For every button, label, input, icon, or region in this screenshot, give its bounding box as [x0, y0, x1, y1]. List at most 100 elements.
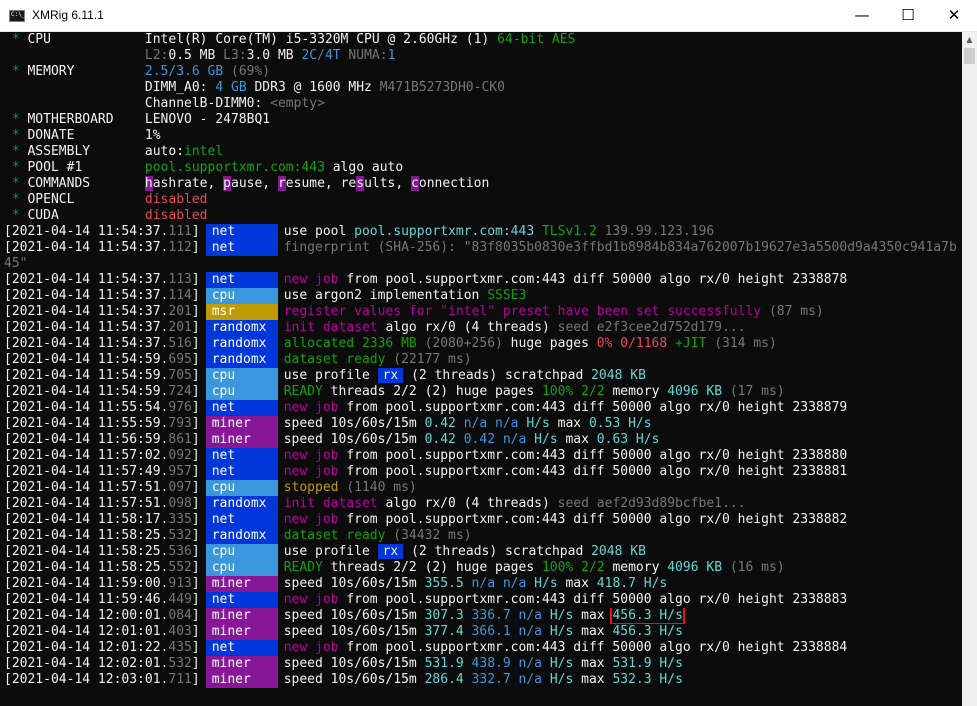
console-text: READY: [283, 560, 331, 575]
log-bracket: ]: [191, 416, 200, 431]
log-bracket: ]: [191, 224, 200, 239]
summary-line: * CPU Intel(R) Core(TM) i5-3320M CPU @ 2…: [4, 32, 962, 48]
console-text: NUMA:: [348, 48, 388, 63]
console-text: 0.42: [424, 416, 464, 431]
log-tag-cpu: cpu: [205, 368, 278, 384]
log-bracket: [: [4, 576, 12, 591]
console-text: esume, re: [285, 176, 357, 191]
log-line: [2021-04-14 12:01:22.435] net new job fr…: [4, 640, 962, 656]
minimize-button[interactable]: —: [839, 0, 885, 31]
console-text: r: [277, 176, 286, 191]
log-bracket: [: [4, 400, 12, 415]
console-text: disabled: [144, 192, 208, 207]
console-text: from pool.supportxmr.com:443 diff 50000 …: [346, 512, 848, 527]
log-milliseconds: 516: [168, 336, 192, 351]
console-text: pool.supportxmr.com:443: [144, 160, 333, 175]
console-text: (69%): [231, 64, 271, 79]
summary-bullet: [4, 80, 27, 95]
maximize-button[interactable]: ☐: [885, 0, 931, 31]
window-title: XMRig 6.11.1: [32, 8, 104, 22]
console-text: 2C: [301, 48, 318, 63]
log-bracket: ]: [191, 672, 200, 687]
log-bracket: ]: [191, 592, 200, 607]
log-line: [2021-04-14 11:58:25.532] randomx datase…: [4, 528, 962, 544]
console-text: TLSv1.2: [541, 224, 605, 239]
log-timestamp: 2021-04-14 11:54:37: [11, 224, 161, 239]
console-text: h: [144, 176, 153, 191]
console-text: c: [411, 176, 419, 191]
console-text: new job: [283, 464, 347, 479]
console-text: max: [557, 416, 589, 431]
console-text: threads 2/2 (2) huge pages: [330, 560, 542, 575]
console-text: 2048 KB: [591, 544, 646, 559]
log-timestamp: 2021-04-14 12:02:01: [11, 656, 161, 671]
log-timestamp: 2021-04-14 11:57:51: [11, 496, 161, 511]
scrollbar-thumb[interactable]: [964, 48, 975, 64]
log-bracket: ]: [191, 496, 200, 511]
console-output[interactable]: * CPU Intel(R) Core(TM) i5-3320M CPU @ 2…: [4, 32, 962, 706]
console-text: H/s: [549, 672, 582, 687]
console-text: 0.42 n/a: [463, 432, 535, 447]
log-bracket: ]: [191, 432, 200, 447]
vertical-scrollbar[interactable]: ▲: [962, 32, 977, 706]
log-line: [2021-04-14 11:55:54.976] net new job fr…: [4, 400, 962, 416]
console-icon: [9, 10, 25, 22]
console-text: speed 10s/60s/15m: [283, 656, 425, 671]
console-text: dataset ready: [283, 528, 394, 543]
summary-key: POOL #1: [27, 160, 145, 175]
log-timestamp: 2021-04-14 11:54:37: [11, 304, 161, 319]
close-button[interactable]: ✕: [931, 0, 977, 31]
log-milliseconds: 114: [168, 288, 192, 303]
console-text: 2.5/3.6: [144, 64, 208, 79]
log-milliseconds: 113: [168, 272, 192, 287]
console-text: max: [581, 656, 613, 671]
summary-key: COMMANDS: [27, 176, 145, 191]
console-text: ause,: [231, 176, 278, 191]
log-timestamp: 2021-04-14 11:58:25: [11, 560, 161, 575]
log-line: [2021-04-14 12:02:01.532] miner speed 10…: [4, 656, 962, 672]
log-timestamp: 2021-04-14 12:00:01: [11, 608, 161, 623]
console-text: rx: [377, 544, 404, 559]
console-text: use profile: [283, 368, 378, 383]
console-text: from pool.supportxmr.com:443 diff 50000 …: [346, 400, 848, 415]
console-text: max: [581, 672, 613, 687]
console-text: n/a n/a: [471, 576, 535, 591]
log-bracket: [: [4, 592, 12, 607]
console-text: GB: [231, 80, 255, 95]
log-line: [2021-04-14 11:54:37.112] net fingerprin…: [4, 240, 962, 272]
log-bracket: ]: [191, 400, 200, 415]
console-text: algo auto: [332, 160, 404, 175]
console-text: memory: [612, 384, 668, 399]
console-text: 336.7 n/a: [471, 608, 550, 623]
console-text: n/a n/a: [463, 416, 527, 431]
log-milliseconds: 403: [168, 624, 192, 639]
log-milliseconds: 532: [168, 656, 192, 671]
summary-line: * CUDA disabled: [4, 208, 962, 224]
log-bracket: [: [4, 304, 12, 319]
log-bracket: [: [4, 320, 12, 335]
console-text: H/s: [526, 416, 558, 431]
log-line: [2021-04-14 12:00:01.084] miner speed 10…: [4, 608, 962, 624]
scroll-up-arrow-icon[interactable]: ▲: [962, 32, 977, 48]
title-bar[interactable]: XMRig 6.11.1 — ☐ ✕: [0, 0, 977, 32]
console-text: max: [565, 432, 597, 447]
log-timestamp: 2021-04-14 11:59:46: [11, 592, 161, 607]
console-text: disabled: [144, 208, 208, 223]
log-milliseconds: 335: [168, 512, 192, 527]
summary-key: [27, 96, 144, 111]
summary-bullet: *: [4, 32, 28, 47]
console-text: 139.99.123.196: [604, 224, 715, 239]
log-line: [2021-04-14 11:58:25.536] cpu use profil…: [4, 544, 962, 560]
log-timestamp: 2021-04-14 11:54:37: [11, 336, 161, 351]
summary-bullet: [4, 48, 27, 63]
log-bracket: [: [4, 416, 12, 431]
log-timestamp: 2021-04-14 11:59:00: [11, 576, 161, 591]
log-bracket: ]: [191, 640, 200, 655]
log-tag-net: net: [205, 272, 278, 288]
log-bracket: ]: [191, 560, 200, 575]
summary-line: * ASSEMBLY auto:intel: [4, 144, 962, 160]
log-milliseconds: 552: [168, 560, 192, 575]
log-milliseconds: 976: [168, 400, 192, 415]
console-text: 0.53 H/s: [588, 416, 652, 431]
summary-key: CUDA: [27, 208, 145, 223]
